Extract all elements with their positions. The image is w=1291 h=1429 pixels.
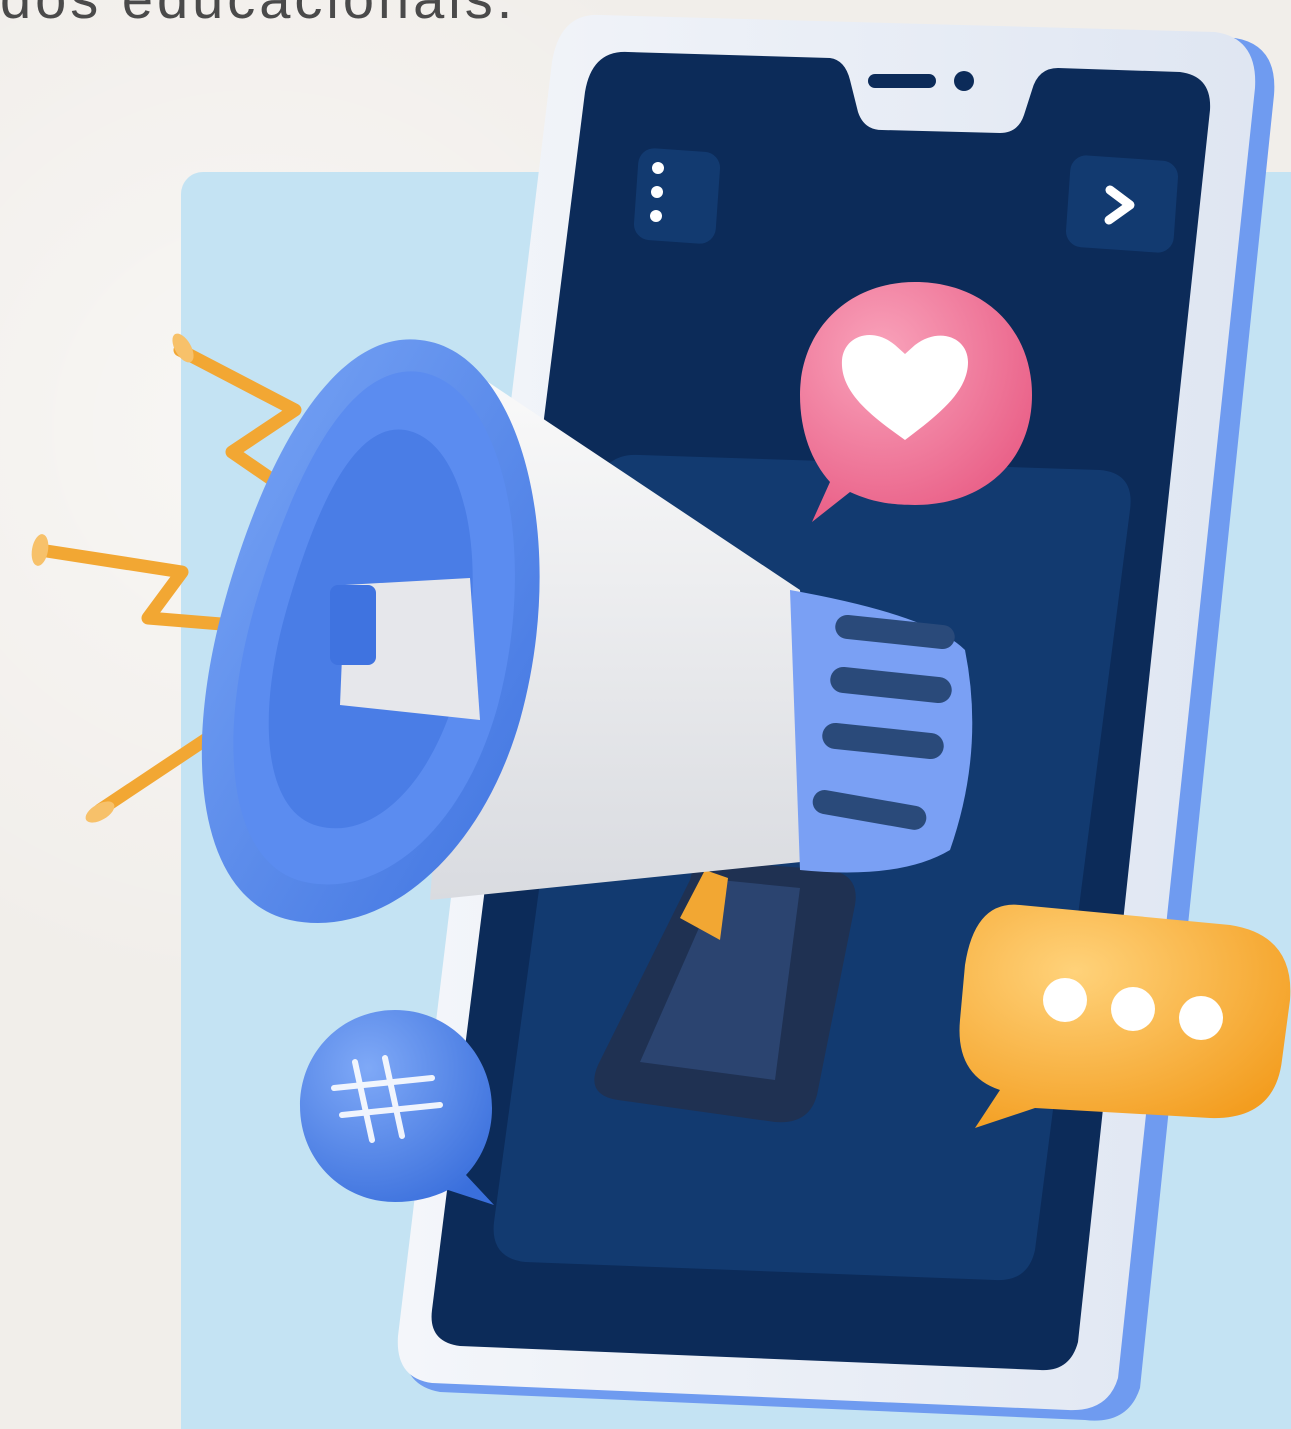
- next-button[interactable]: [1065, 154, 1179, 253]
- chat-typing-bubble-icon: [959, 904, 1291, 1128]
- front-camera: [954, 71, 974, 91]
- speaker-slot: [868, 74, 936, 88]
- illustration: [31, 14, 1291, 1421]
- page: dos educacionais.: [0, 0, 1291, 1429]
- menu-button[interactable]: [633, 147, 721, 244]
